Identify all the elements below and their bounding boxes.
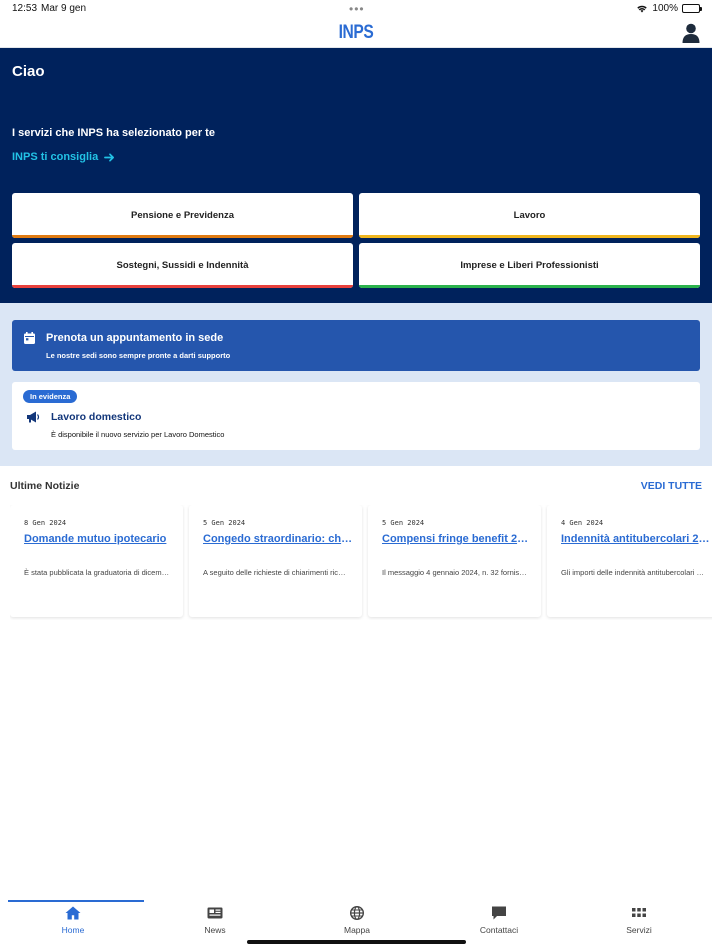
wifi-icon — [637, 5, 648, 13]
battery-icon — [682, 4, 702, 13]
megaphone-icon — [27, 411, 40, 423]
news-excerpt: Il messaggio 4 gennaio 2024, n. 32 forni… — [382, 568, 528, 577]
category-pensione[interactable]: Pensione e Previdenza — [12, 193, 353, 238]
highlight-title: Lavoro domestico — [51, 411, 142, 423]
multitask-dots-icon[interactable]: ••• — [349, 2, 365, 16]
highlight-card[interactable]: In evidenza Lavoro domestico È disponibi… — [12, 382, 700, 450]
tab-label: Mappa — [344, 925, 370, 935]
news-headline[interactable]: Indennità antitubercolari 2024 — [561, 533, 712, 545]
news-date: 8 Gen 2024 — [24, 519, 67, 527]
top-bar: INPS — [0, 18, 712, 48]
category-accent — [12, 285, 353, 288]
hero-subtitle: I servizi che INPS ha selezionato per te — [12, 127, 215, 139]
status-bar: 12:53 Mar 9 gen ••• 100% — [0, 0, 712, 18]
status-indicators: 100% — [636, 3, 702, 14]
appointment-card[interactable]: Prenota un appuntamento in sede Le nostr… — [12, 320, 700, 371]
inps-logo: INPS — [338, 22, 374, 43]
news-card[interactable]: 4 Gen 2024 Indennità antitubercolari 202… — [547, 505, 712, 617]
highlight-subtitle: È disponibile il nuovo servizio per Lavo… — [51, 430, 225, 439]
category-label: Imprese e Liberi Professionisti — [460, 260, 599, 271]
tab-label: Home — [61, 925, 85, 935]
home-icon — [65, 906, 81, 920]
tab-label: News — [204, 925, 226, 935]
highlight-badge: In evidenza — [23, 390, 78, 403]
news-headline[interactable]: Congedo straordinario: chiarimenti — [203, 533, 355, 545]
news-date: 5 Gen 2024 — [203, 519, 246, 527]
see-all-news-button[interactable]: VEDI TUTTE — [641, 480, 702, 492]
category-label: Sostegni, Sussidi e Indennità — [116, 260, 249, 271]
globe-icon — [350, 906, 364, 920]
news-date: 4 Gen 2024 — [561, 519, 604, 527]
category-accent — [359, 285, 700, 288]
news-carousel[interactable]: 8 Gen 2024 Domande mutuo ipotecario È st… — [10, 505, 712, 620]
info-strip: Prenota un appuntamento in sede Le nostr… — [0, 303, 712, 466]
category-sostegni[interactable]: Sostegni, Sussidi e Indennità — [12, 243, 353, 288]
category-label: Lavoro — [513, 210, 546, 221]
chat-icon — [492, 906, 506, 920]
inps-consiglia-label: INPS ti consiglia — [12, 151, 99, 163]
tab-label: Servizi — [626, 925, 652, 935]
tab-active-indicator — [8, 900, 144, 902]
inps-consiglia-link[interactable]: INPS ti consiglia — [12, 151, 115, 163]
news-excerpt: A seguito delle richieste di chiarimenti… — [203, 568, 349, 577]
tab-label: Contattaci — [479, 925, 519, 935]
news-excerpt: Gli importi delle indennità antitubercol… — [561, 568, 707, 577]
category-imprese[interactable]: Imprese e Liberi Professionisti — [359, 243, 700, 288]
appointment-subtitle: Le nostre sedi sono sempre pronte a dart… — [46, 351, 231, 360]
hero-section: Ciao I servizi che INPS ha selezionato p… — [0, 48, 712, 303]
grid-icon — [632, 908, 646, 917]
news-card[interactable]: 5 Gen 2024 Compensi fringe benefit 2024 … — [368, 505, 541, 617]
arrow-right-icon — [104, 152, 115, 162]
status-time: 12:53 — [12, 3, 38, 14]
profile-icon[interactable] — [682, 23, 700, 43]
battery-percent: 100% — [652, 3, 678, 14]
news-headline[interactable]: Domande mutuo ipotecario — [24, 533, 176, 545]
news-card[interactable]: 5 Gen 2024 Congedo straordinario: chiari… — [189, 505, 362, 617]
news-date: 5 Gen 2024 — [382, 519, 425, 527]
category-accent — [12, 235, 353, 238]
home-indicator — [247, 940, 466, 944]
news-card[interactable]: 8 Gen 2024 Domande mutuo ipotecario È st… — [10, 505, 183, 617]
calendar-icon — [24, 332, 35, 344]
category-accent — [359, 235, 700, 238]
status-date: Mar 9 gen — [41, 3, 87, 14]
news-excerpt: È stata pubblicata la graduatoria di dic… — [24, 568, 170, 577]
category-label: Pensione e Previdenza — [131, 210, 234, 221]
news-section-title: Ultime Notizie — [10, 480, 80, 492]
appointment-title: Prenota un appuntamento in sede — [46, 332, 224, 344]
greeting: Ciao — [12, 63, 45, 80]
news-headline[interactable]: Compensi fringe benefit 2024 — [382, 533, 534, 545]
tab-servizi[interactable]: Servizi — [568, 900, 710, 950]
category-lavoro[interactable]: Lavoro — [359, 193, 700, 238]
tab-home[interactable]: Home — [2, 900, 144, 950]
news-icon — [207, 907, 223, 919]
